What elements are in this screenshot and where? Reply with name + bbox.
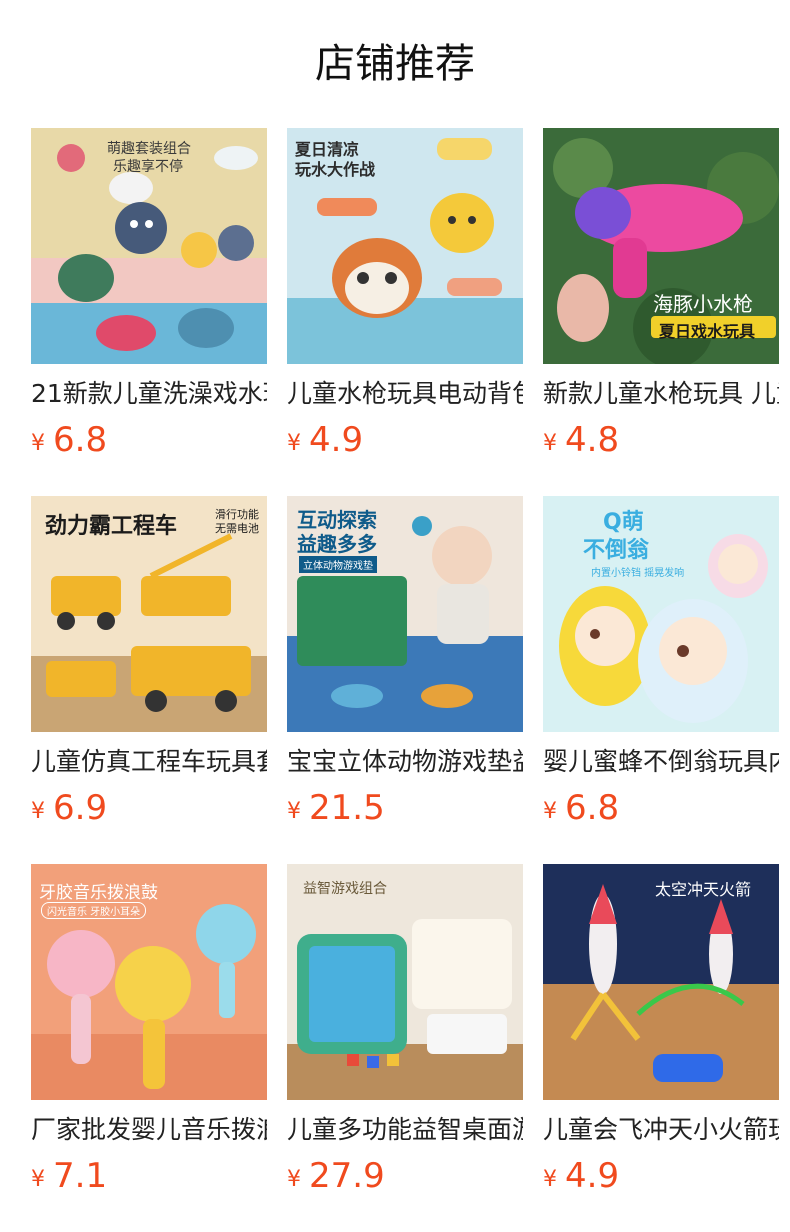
product-price: ¥6.8 xyxy=(543,788,779,834)
product-price: ¥27.9 xyxy=(287,1156,523,1202)
product-image[interactable]: Q萌 不倒翁 内置小铃铛 摇晃发响 xyxy=(543,496,779,732)
product-name[interactable]: 宝宝立体动物游戏垫益智 xyxy=(287,746,523,778)
product-name[interactable]: 儿童仿真工程车玩具套装 xyxy=(31,746,267,778)
product-image[interactable]: 劲力霸工程车 滑行功能 无需电池 xyxy=(31,496,267,732)
product-price: ¥4.9 xyxy=(543,1156,779,1202)
product-card[interactable]: 劲力霸工程车 滑行功能 无需电池 儿童仿真工程车玩具套装 ¥6.9 xyxy=(31,496,267,834)
product-card[interactable]: 益智游戏组合 儿童多功能益智桌面游戏 ¥27.9 xyxy=(287,864,523,1202)
image-caption-1: 牙胶音乐拨浪鼓 xyxy=(39,883,158,903)
price-value: 6.8 xyxy=(565,788,620,828)
price-value: 6.8 xyxy=(53,420,108,460)
product-card[interactable]: 太空冲天火箭 儿童会飞冲天小火箭玩具 ¥4.9 xyxy=(543,864,779,1202)
image-caption-2: 夏日戏水玩具 xyxy=(659,322,756,341)
currency-symbol: ¥ xyxy=(543,431,557,456)
product-name[interactable]: 21新款儿童洗澡戏水玩具 xyxy=(31,378,267,410)
currency-symbol: ¥ xyxy=(287,799,301,824)
image-caption-1: 益智游戏组合 xyxy=(303,881,387,897)
product-image[interactable]: 互动探索 益趣多多 立体动物游戏垫 xyxy=(287,496,523,732)
product-name[interactable]: 婴儿蜜蜂不倒翁玩具内置 xyxy=(543,746,779,778)
product-name[interactable]: 儿童多功能益智桌面游戏 xyxy=(287,1114,523,1146)
price-value: 27.9 xyxy=(309,1156,385,1196)
product-image[interactable]: 海豚小水枪 夏日戏水玩具 xyxy=(543,128,779,364)
image-caption-2: 益趣多多 xyxy=(297,532,377,556)
product-card[interactable]: 萌趣套装组合 乐趣享不停 21新款儿童洗澡戏水玩具 ¥6.8 xyxy=(31,128,267,466)
price-value: 4.8 xyxy=(565,420,620,460)
currency-symbol: ¥ xyxy=(543,799,557,824)
product-price: ¥21.5 xyxy=(287,788,523,834)
image-caption-2: 闪光音乐 牙胶小耳朵 xyxy=(41,902,147,919)
product-card[interactable]: 夏日清凉 玩水大作战 儿童水枪玩具电动背包 ¥4.9 xyxy=(287,128,523,466)
product-card[interactable]: 海豚小水枪 夏日戏水玩具 新款儿童水枪玩具 儿童 ¥4.8 xyxy=(543,128,779,466)
currency-symbol: ¥ xyxy=(31,431,45,456)
product-name[interactable]: 新款儿童水枪玩具 儿童 xyxy=(543,378,779,410)
product-image[interactable]: 太空冲天火箭 xyxy=(543,864,779,1100)
product-name[interactable]: 儿童水枪玩具电动背包 xyxy=(287,378,523,410)
product-image[interactable]: 萌趣套装组合 乐趣享不停 xyxy=(31,128,267,364)
currency-symbol: ¥ xyxy=(31,799,45,824)
product-name[interactable]: 儿童会飞冲天小火箭玩具 xyxy=(543,1114,779,1146)
image-caption-3: 立体动物游戏垫 xyxy=(299,556,377,573)
product-card[interactable]: 牙胶音乐拨浪鼓 闪光音乐 牙胶小耳朵 厂家批发婴儿音乐拨浪鼓 ¥7.1 xyxy=(31,864,267,1202)
price-value: 21.5 xyxy=(309,788,385,828)
price-value: 6.9 xyxy=(53,788,108,828)
image-caption-1: 太空冲天火箭 xyxy=(655,880,752,899)
image-caption-1: 海豚小水枪 xyxy=(653,292,753,316)
product-card[interactable]: Q萌 不倒翁 内置小铃铛 摇晃发响 婴儿蜜蜂不倒翁玩具内置 ¥6.8 xyxy=(543,496,779,834)
page-title: 店铺推荐 xyxy=(315,41,475,87)
image-caption-2: 玩水大作战 xyxy=(295,160,376,179)
image-caption-2: 乐趣享不停 xyxy=(113,159,183,175)
roly-poly-toy-illustration xyxy=(543,496,779,732)
product-name[interactable]: 厂家批发婴儿音乐拨浪鼓 xyxy=(31,1114,267,1146)
image-caption-1: 劲力霸工程车 xyxy=(45,514,178,539)
puzzle-game-table-illustration xyxy=(287,864,523,1100)
product-price: ¥7.1 xyxy=(31,1156,267,1202)
image-caption-2: 不倒翁 xyxy=(583,538,650,563)
product-card[interactable]: 互动探索 益趣多多 立体动物游戏垫 宝宝立体动物游戏垫益智 ¥21.5 xyxy=(287,496,523,834)
image-caption-1: 萌趣套装组合 xyxy=(107,141,191,157)
currency-symbol: ¥ xyxy=(31,1167,45,1192)
product-price: ¥6.9 xyxy=(31,788,267,834)
currency-symbol: ¥ xyxy=(543,1167,557,1192)
image-caption-3: 内置小铃铛 摇晃发响 xyxy=(591,568,685,579)
price-value: 7.1 xyxy=(53,1156,108,1196)
currency-symbol: ¥ xyxy=(287,1167,301,1192)
price-value: 4.9 xyxy=(309,420,364,460)
currency-symbol: ¥ xyxy=(287,431,301,456)
product-image[interactable]: 牙胶音乐拨浪鼓 闪光音乐 牙胶小耳朵 xyxy=(31,864,267,1100)
product-image[interactable]: 益智游戏组合 xyxy=(287,864,523,1100)
product-price: ¥4.9 xyxy=(287,420,523,466)
product-image[interactable]: 夏日清凉 玩水大作战 xyxy=(287,128,523,364)
image-caption-3: 无需电池 xyxy=(215,522,259,535)
product-price: ¥6.8 xyxy=(31,420,267,466)
product-price: ¥4.8 xyxy=(543,420,779,466)
price-value: 4.9 xyxy=(565,1156,620,1196)
